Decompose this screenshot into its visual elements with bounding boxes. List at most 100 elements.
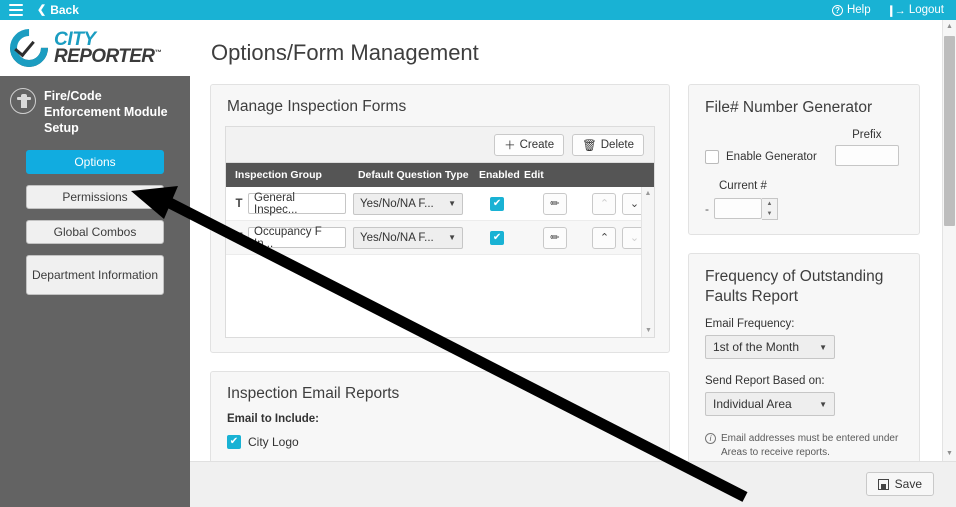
- enabled-checkbox[interactable]: ✔: [490, 196, 505, 211]
- current-number-label: Current #: [719, 180, 767, 193]
- file-number-generator-card: File# Number Generator ✔ Enable Generato…: [688, 84, 920, 236]
- send-report-label: Send Report Based on:: [705, 375, 825, 388]
- send-report-select[interactable]: Individual Area ▼: [705, 392, 835, 417]
- city-logo-checkbox[interactable]: ✔: [227, 435, 241, 449]
- default-question-type-select[interactable]: Yes/No/NA F... ▼: [353, 192, 464, 215]
- sidebar-item-permissions[interactable]: Permissions: [26, 185, 164, 209]
- edit-button[interactable]: ✏: [542, 226, 567, 249]
- current-number-input[interactable]: [714, 198, 762, 220]
- sidebar-item-options[interactable]: Options: [26, 150, 164, 174]
- manage-inspection-forms-title: Manage Inspection Forms: [227, 98, 407, 115]
- column-header-enabled: Enabled: [478, 169, 520, 181]
- top-bar-actions: ? Help ❙→ Logout: [831, 4, 944, 17]
- module-title: Fire/Code Enforcement Module Setup: [44, 89, 168, 135]
- scroll-up-icon[interactable]: ▲: [642, 187, 654, 200]
- page-scrollbar[interactable]: ▲ ▼: [942, 20, 956, 461]
- page-scroll-up-icon[interactable]: ▲: [943, 20, 956, 34]
- column-header-edit: Edit: [523, 169, 544, 181]
- stepper-down-icon[interactable]: ▼: [762, 209, 777, 219]
- footer-bar: Save: [190, 461, 956, 507]
- sidebar-item-department-information[interactable]: Department Information: [26, 255, 164, 295]
- email-option-row[interactable]: ✔ City Logo: [211, 435, 669, 461]
- question-circle-icon: ?: [831, 4, 843, 16]
- prefix-input[interactable]: [834, 145, 899, 167]
- manage-inspection-forms-card: Manage Inspection Forms ＋ Create 🗑 Delet…: [210, 84, 670, 353]
- text-type-icon: T: [235, 231, 243, 244]
- sidebar-nav: Options Permissions Global Combos Depart…: [0, 136, 190, 295]
- dash-separator: -: [705, 202, 709, 217]
- enable-generator-row[interactable]: ✔ Enable Generator: [705, 150, 817, 166]
- current-number-stepper[interactable]: ▲ ▼: [714, 198, 778, 221]
- file-number-generator-title: File# Number Generator: [705, 99, 873, 116]
- chevron-down-icon: ▼: [448, 199, 457, 208]
- stepper-buttons[interactable]: ▲ ▼: [762, 198, 778, 221]
- brand-logo[interactable]: CITY REPORTER™: [0, 20, 190, 76]
- table-toolbar: ＋ Create 🗑 Delete: [226, 127, 654, 163]
- current-number-row: - ▲ ▼: [705, 198, 903, 221]
- table-scrollbar[interactable]: ▲ ▼: [641, 187, 654, 337]
- module-header: Fire/Code Enforcement Module Setup: [0, 76, 190, 136]
- trash-icon: 🗑: [582, 139, 597, 152]
- send-report-value: Individual Area: [713, 397, 792, 412]
- delete-label: Delete: [600, 138, 634, 151]
- chevron-down-icon: ▼: [448, 233, 457, 242]
- stepper-up-icon[interactable]: ▲: [762, 199, 777, 209]
- enable-generator-label: Enable Generator: [726, 151, 817, 164]
- inspection-group-input[interactable]: Occupancy F In...: [248, 226, 346, 250]
- right-column: File# Number Generator ✔ Enable Generato…: [688, 84, 920, 491]
- page-title: Options/Form Management: [211, 40, 479, 65]
- text-type-icon: T: [235, 197, 243, 210]
- email-to-include-label: Email to Include:: [227, 413, 320, 425]
- logout-button[interactable]: ❙→ Logout: [887, 4, 944, 17]
- plus-icon: ＋: [504, 139, 516, 152]
- inspection-email-reports-title: Inspection Email Reports: [227, 385, 400, 402]
- current-number-group: Current # - ▲ ▼: [689, 166, 919, 221]
- send-report-group: Send Report Based on: Individual Area ▼: [689, 359, 919, 417]
- help-label: Help: [846, 4, 871, 16]
- checkmark-circle-logo-icon: [2, 21, 56, 75]
- column-header-default-question-type: Default Question Type: [357, 169, 469, 181]
- move-up-button[interactable]: ⌃: [592, 226, 617, 249]
- help-button[interactable]: ? Help: [831, 4, 871, 16]
- left-column: Manage Inspection Forms ＋ Create 🗑 Delet…: [210, 84, 670, 491]
- info-icon: i: [705, 433, 716, 445]
- table-row[interactable]: T General Inspec... Yes/No/NA F... ▼ ✔ ✏…: [226, 187, 654, 221]
- save-button[interactable]: Save: [865, 472, 934, 496]
- scroll-down-icon[interactable]: ▼: [642, 324, 654, 337]
- email-frequency-select[interactable]: 1st of the Month ▼: [705, 335, 835, 360]
- generator-row: ✔ Enable Generator Prefix: [689, 129, 919, 167]
- back-label: Back: [50, 3, 79, 17]
- faults-report-card: Frequency of Outstanding Faults Report E…: [688, 253, 920, 476]
- sidebar-item-global-combos[interactable]: Global Combos: [26, 220, 164, 244]
- email-frequency-label: Email Frequency:: [705, 318, 795, 331]
- inspection-group-input[interactable]: General Inspec...: [248, 192, 346, 216]
- delete-button[interactable]: 🗑 Delete: [572, 133, 644, 156]
- prefix-label: Prefix: [852, 129, 882, 142]
- back-button[interactable]: ❮ Back: [37, 3, 79, 17]
- page-scroll-thumb[interactable]: [944, 36, 955, 226]
- default-question-type-select[interactable]: Yes/No/NA F... ▼: [353, 226, 464, 249]
- city-logo-label: City Logo: [248, 435, 299, 449]
- create-label: Create: [519, 138, 555, 151]
- faults-report-note-text: Email addresses must be entered under Ar…: [721, 433, 899, 459]
- move-up-button[interactable]: ⌃: [592, 192, 617, 215]
- enabled-checkbox[interactable]: ✔: [490, 230, 505, 245]
- column-header-inspection-group: Inspection Group: [235, 169, 322, 181]
- page-scroll-down-icon[interactable]: ▼: [943, 447, 956, 461]
- email-frequency-group: Email Frequency: 1st of the Month ▼: [689, 318, 919, 360]
- floppy-disk-icon: [877, 478, 889, 490]
- hamburger-icon[interactable]: [9, 4, 23, 16]
- logout-label: Logout: [908, 4, 944, 16]
- edit-button[interactable]: ✏: [542, 192, 567, 215]
- content-columns: Manage Inspection Forms ＋ Create 🗑 Delet…: [190, 66, 956, 491]
- faults-report-note: i Email addresses must be entered under …: [689, 416, 919, 460]
- create-button[interactable]: ＋ Create: [494, 133, 565, 156]
- table-row[interactable]: T Occupancy F In... Yes/No/NA F... ▼ ✔ ✏…: [226, 221, 654, 255]
- enable-generator-checkbox[interactable]: ✔: [705, 150, 719, 165]
- save-label: Save: [894, 477, 922, 491]
- email-frequency-value: 1st of the Month: [713, 340, 800, 355]
- top-bar: ❮ Back ? Help ❙→ Logout: [0, 0, 956, 20]
- table-body: T General Inspec... Yes/No/NA F... ▼ ✔ ✏…: [226, 187, 654, 337]
- chevron-down-icon: ▼: [819, 399, 827, 409]
- app-root: ❮ Back ? Help ❙→ Logout CITY REPORTER™ F…: [0, 0, 956, 507]
